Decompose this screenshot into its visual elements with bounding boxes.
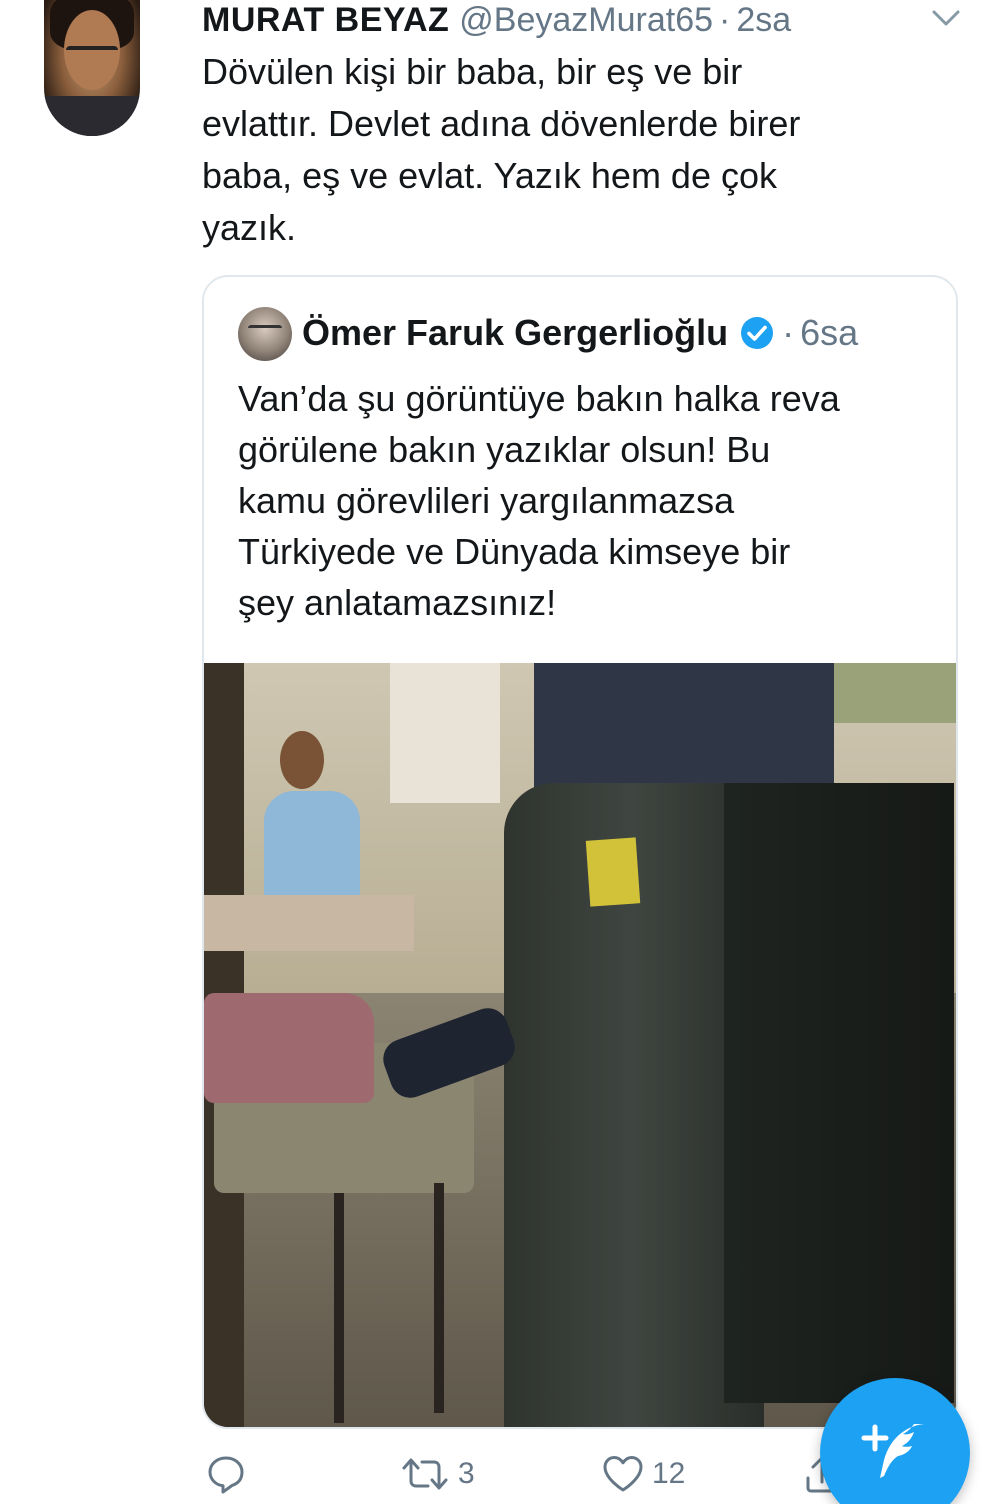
man-jeans-right-leg bbox=[724, 783, 954, 1403]
quoted-user-avatar[interactable] bbox=[238, 307, 292, 361]
quoted-display-name[interactable]: Ömer Faruk Gergerlioğlu bbox=[302, 312, 728, 354]
retweet-count: 3 bbox=[458, 1457, 475, 1490]
chevron-down-icon[interactable] bbox=[930, 6, 962, 30]
avatar-glasses bbox=[66, 46, 118, 58]
quoted-tweet-timestamp[interactable]: 6sa bbox=[800, 312, 858, 354]
verified-badge-icon bbox=[741, 317, 774, 349]
heart-icon bbox=[603, 1456, 643, 1492]
tweet-timestamp[interactable]: 2sa bbox=[736, 1, 791, 40]
retweet-button[interactable]: 3 bbox=[398, 1448, 475, 1500]
standing-person bbox=[390, 663, 500, 803]
man-jeans-top bbox=[534, 663, 834, 803]
chair-leg bbox=[334, 1193, 344, 1423]
display-name[interactable]: MURAT BEYAZ bbox=[202, 1, 449, 40]
like-button[interactable]: 12 bbox=[600, 1448, 685, 1500]
quoted-tweet-text: Van’da şu görüntüye bakın halka reva gör… bbox=[238, 378, 840, 623]
seated-person-head bbox=[280, 731, 324, 789]
avatar-shirt bbox=[44, 96, 140, 136]
reply-icon bbox=[208, 1456, 244, 1494]
right-person-shirt bbox=[824, 663, 956, 723]
chair-leg bbox=[434, 1183, 444, 1413]
user-avatar[interactable] bbox=[44, 0, 140, 136]
like-count: 12 bbox=[652, 1457, 686, 1490]
tweet-header: MURAT BEYAZ @BeyazMurat65 · 2sa bbox=[202, 0, 791, 40]
video-thumbnail[interactable] bbox=[204, 663, 956, 1427]
seated-person-shirt bbox=[264, 791, 360, 903]
back-pocket-item bbox=[585, 837, 641, 907]
reply-button[interactable] bbox=[204, 1448, 248, 1500]
quoted-tweet[interactable]: Ömer Faruk Gergerlioğlu · 6sa Van’da şu … bbox=[202, 275, 958, 1429]
table bbox=[204, 895, 414, 951]
cloth-pile bbox=[204, 993, 374, 1103]
quoted-tweet-header: Ömer Faruk Gergerlioğlu · 6sa bbox=[302, 305, 858, 361]
compose-tweet-icon bbox=[861, 1424, 924, 1478]
tweet-text: Dövülen kişi bir baba, bir eş ve bir evl… bbox=[202, 51, 801, 248]
user-handle[interactable]: @BeyazMurat65 bbox=[459, 1, 713, 40]
separator-dot: · bbox=[719, 0, 731, 39]
separator-dot: · bbox=[782, 312, 795, 353]
retweet-icon bbox=[402, 1458, 448, 1490]
